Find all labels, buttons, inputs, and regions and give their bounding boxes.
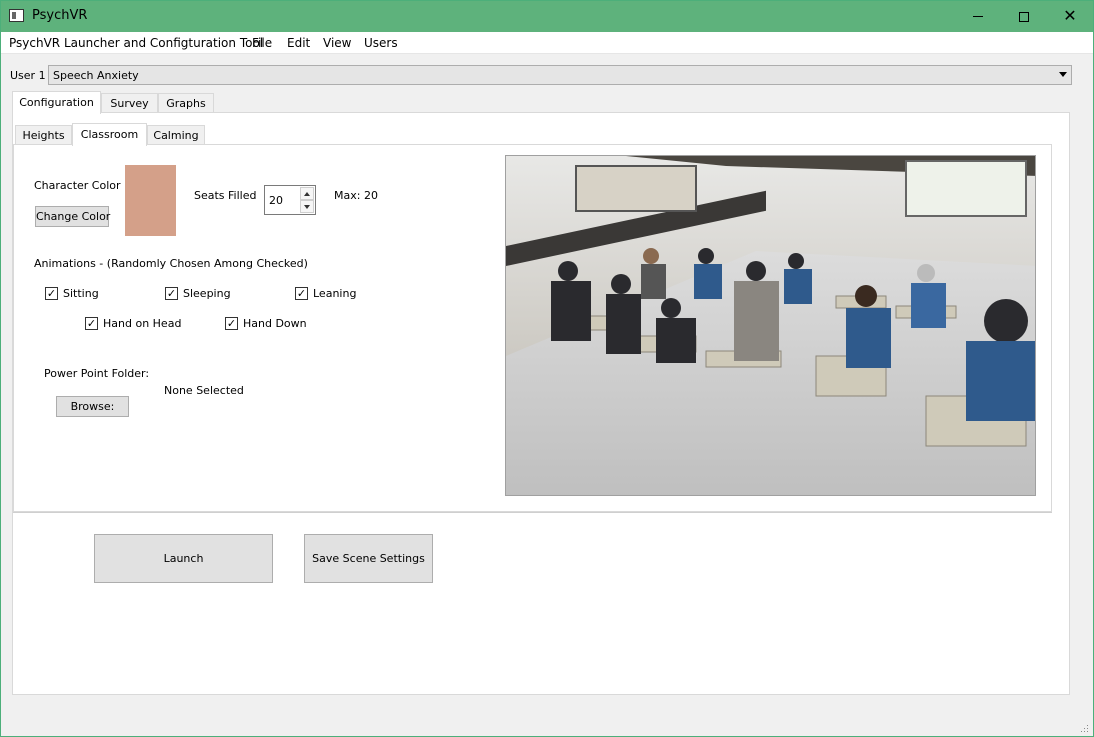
- character-color-label: Character Color: [34, 179, 121, 192]
- title-bar: PsychVR ✕: [1, 1, 1093, 32]
- animations-label: Animations - (Randomly Chosen Among Chec…: [34, 257, 308, 270]
- change-color-button[interactable]: Change Color: [35, 206, 110, 227]
- save-scene-settings-button[interactable]: Save Scene Settings: [304, 534, 433, 583]
- checkbox-label: Leaning: [313, 287, 357, 300]
- resize-grip-icon[interactable]: [1081, 725, 1089, 733]
- tab-survey[interactable]: Survey: [101, 93, 158, 113]
- menu-bar: PsychVR Launcher and Configturation Tool…: [1, 32, 1093, 54]
- powerpoint-folder-value: None Selected: [164, 384, 244, 397]
- tab-graphs[interactable]: Graphs: [158, 93, 214, 113]
- pane-divider: [13, 512, 1052, 513]
- close-icon: ✕: [1063, 6, 1077, 25]
- scenario-dropdown[interactable]: Speech Anxiety: [48, 65, 1072, 85]
- window-title: PsychVR: [32, 8, 88, 23]
- max-seats-label: Max: 20: [334, 189, 378, 202]
- app-window: PsychVR ✕ PsychVR Launcher and Configtur…: [0, 0, 1094, 737]
- tab-calming[interactable]: Calming: [147, 125, 205, 145]
- menu-file[interactable]: File: [252, 36, 272, 50]
- checkbox-check-icon: ✓: [165, 287, 178, 300]
- menu-app[interactable]: PsychVR Launcher and Configturation Tool: [9, 36, 263, 50]
- menu-view[interactable]: View: [323, 36, 351, 50]
- powerpoint-folder-label: Power Point Folder:: [44, 367, 150, 380]
- seats-filled-label: Seats Filled: [194, 189, 257, 202]
- spin-up-icon[interactable]: [300, 187, 314, 200]
- classroom-illustration: [506, 156, 1035, 495]
- checkbox-label: Sleeping: [183, 287, 231, 300]
- maximize-icon: [1019, 11, 1029, 22]
- seats-filled-spinbox[interactable]: 20: [264, 185, 316, 215]
- user-label: User 1: [10, 69, 46, 82]
- app-icon: [9, 9, 24, 22]
- browse-button[interactable]: Browse:: [56, 396, 129, 417]
- seats-filled-value: 20: [269, 194, 283, 207]
- checkbox-label: Hand on Head: [103, 317, 182, 330]
- checkbox-label: Sitting: [63, 287, 99, 300]
- character-color-swatch: [125, 165, 176, 236]
- checkbox-check-icon: ✓: [295, 287, 308, 300]
- launch-button[interactable]: Launch: [94, 534, 273, 583]
- tab-heights[interactable]: Heights: [15, 125, 72, 145]
- classroom-preview-image: [505, 155, 1036, 496]
- checkbox-check-icon: ✓: [45, 287, 58, 300]
- minimize-icon: [973, 16, 983, 17]
- tab-configuration[interactable]: Configuration: [12, 91, 101, 114]
- minimize-button[interactable]: [955, 1, 1001, 32]
- checkbox-check-icon: ✓: [225, 317, 238, 330]
- checkbox-check-icon: ✓: [85, 317, 98, 330]
- menu-edit[interactable]: Edit: [287, 36, 310, 50]
- maximize-button[interactable]: [1001, 1, 1047, 32]
- chevron-down-icon: [1059, 72, 1067, 77]
- close-button[interactable]: ✕: [1047, 1, 1093, 32]
- menu-users[interactable]: Users: [364, 36, 398, 50]
- tab-classroom[interactable]: Classroom: [72, 123, 147, 146]
- spin-down-icon[interactable]: [300, 200, 314, 213]
- checkbox-label: Hand Down: [243, 317, 307, 330]
- scenario-selected: Speech Anxiety: [53, 69, 139, 82]
